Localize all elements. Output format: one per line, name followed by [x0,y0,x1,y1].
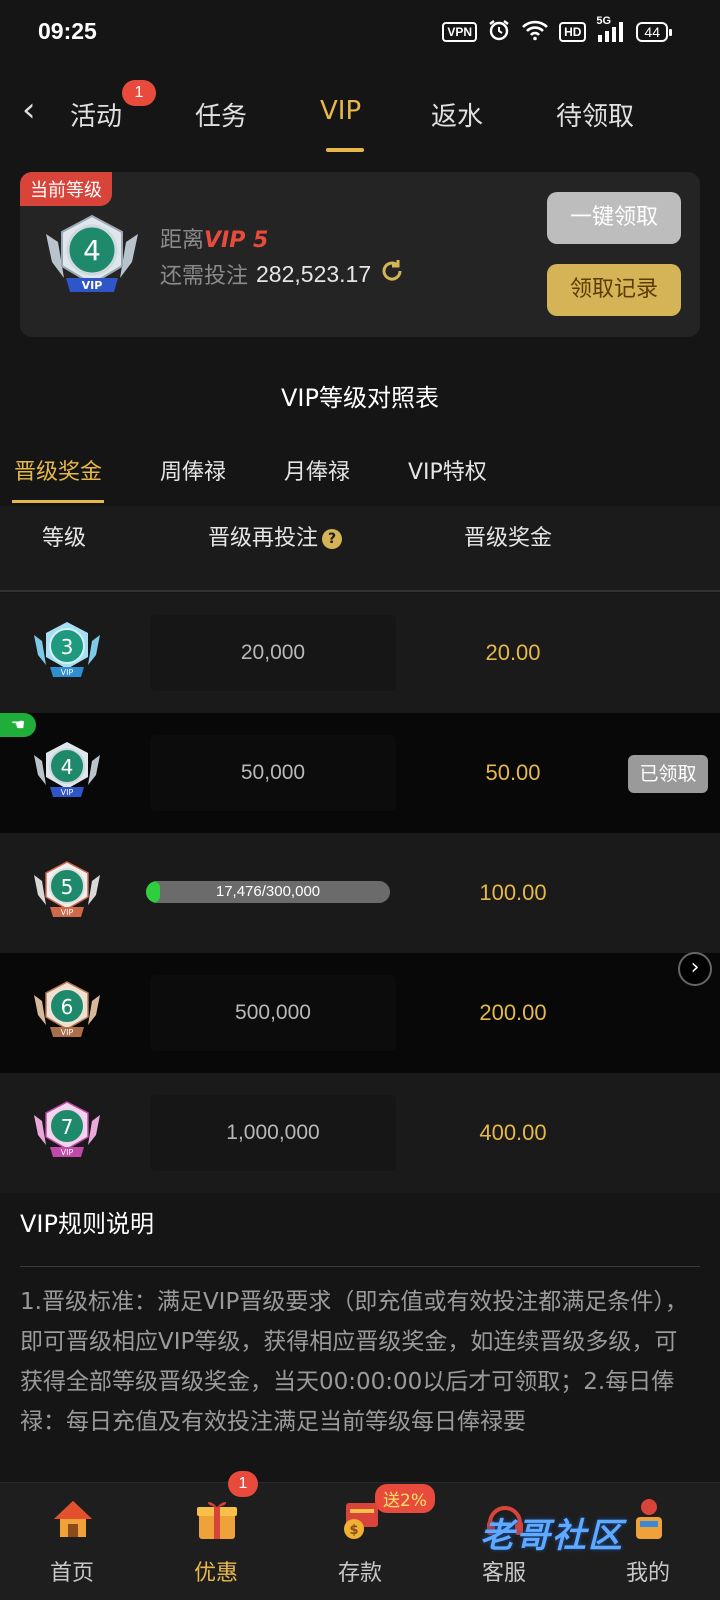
nav-promotions[interactable]: 1 优惠 [144,1471,288,1600]
tab-task[interactable]: 任务 [195,96,247,133]
table-row: 5 VIP 17,476/300,000 100.00 [0,833,720,953]
scroll-right-button[interactable]: › [678,952,712,986]
row-level: 3 [61,635,74,659]
row-level: 6 [61,995,74,1019]
subtab-promotion-bonus[interactable]: 晋级奖金 [14,454,102,486]
rules-divider [20,1266,700,1267]
needed-bet-text: 还需投注 282,523.17 [160,258,405,290]
nav-promotions-label: 优惠 [193,1561,238,1586]
status-bar: 09:25 VPN HD 5G 44 [0,0,720,64]
header-bonus: 晋级奖金 [464,526,553,551]
refresh-icon[interactable] [379,258,405,290]
vip-5-medal-icon: 5 VIP [32,859,102,929]
tab-rebate[interactable]: 返水 [431,96,483,133]
activity-badge: 1 [122,80,156,106]
distance-label: 距离 [160,228,205,253]
table-title: VIP等级对照表 [281,384,439,412]
svg-text:VIP: VIP [61,1148,74,1157]
nav-profile-label: 我的 [625,1561,670,1586]
svg-text:VIP: VIP [82,279,103,292]
promotions-badge: 1 [228,1471,258,1497]
wifi-icon [521,19,549,45]
watermark-logo: 老哥社区 [480,1516,624,1556]
row-requirement: 1,000,000 [150,1095,396,1171]
header-requirement: 晋级再投注? [208,520,343,552]
table-header: 等级 晋级再投注? 晋级奖金 [0,506,720,592]
claim-all-button[interactable]: 一键领取 [547,192,681,244]
gift-icon [196,1497,238,1541]
header-level: 等级 [42,526,87,551]
progress-text: 17,476/300,000 [215,883,321,900]
row-bonus: 200.00 [479,1000,547,1025]
vip-medal-level: 4 [83,234,101,267]
signal-icon: 5G [596,15,626,43]
pointing-hand-icon: ☚ [0,713,36,737]
needed-amount: 282,523.17 [256,260,372,287]
svg-text:$: $ [349,1523,358,1538]
header-requirement-label: 晋级再投注 [208,526,319,551]
claimed-button[interactable]: 已领取 [628,755,708,793]
table-row: ☚ 4 VIP 50,000 50.00 已领取 [0,713,720,833]
nav-home-label: 首页 [49,1561,94,1586]
row-requirement: 500,000 [150,975,396,1051]
status-icons: VPN HD 5G 44 [442,15,672,46]
subtab-underline [12,500,104,503]
vip-3-medal-icon: 3 VIP [32,619,102,689]
profile-icon [628,1497,670,1541]
subtab-weekly-salary[interactable]: 周俸禄 [160,454,226,486]
vip-medal-icon: 4 VIP [44,212,140,308]
tab-pending[interactable]: 待领取 [556,96,634,133]
signal-label: 5G [596,15,612,27]
vip-7-medal-icon: 7 VIP [32,1099,102,1169]
svg-text:VIP: VIP [61,908,74,917]
row-requirement: 50,000 [150,735,396,811]
vip-4-medal-icon: 4 VIP [32,739,102,809]
vip-status-card: 当前等级 4 VIP 距离VIP 5 还需投注 282,523.17 一键领取 … [20,172,700,337]
level-progress-bar: 17,476/300,000 [146,881,390,903]
row-bonus: 50.00 [485,760,541,785]
row-bonus: 20.00 [485,640,541,665]
nav-home[interactable]: 首页 [0,1483,144,1600]
needed-label: 还需投注 [160,264,249,289]
row-bonus: 400.00 [479,1120,547,1145]
vip-6-medal-icon: 6 VIP [32,979,102,1049]
status-time: 09:25 [38,18,97,44]
row-bonus: 100.00 [479,880,547,905]
battery-icon: 44 [636,22,672,42]
alarm-icon [487,18,511,46]
rules-text: 1.晋级标准：满足VIP晋级要求（即充值或有效投注都满足条件），即可晋级相应VI… [20,1289,688,1435]
hd-icon: HD [559,22,587,42]
nav-support-label: 客服 [481,1561,526,1586]
deposit-bonus-badge: 送2% [375,1484,435,1513]
svg-text:VIP: VIP [61,1028,74,1037]
current-level-tag: 当前等级 [20,172,112,206]
rules-title: VIP规则说明 [20,1210,154,1238]
top-nav: ‹ 活动 1 任务 VIP 返水 待领取 [0,64,720,154]
help-icon[interactable]: ? [322,529,343,549]
back-button[interactable]: ‹ [22,90,36,130]
vpn-icon: VPN [442,22,478,42]
tab-underline [326,148,364,152]
next-level-text: 距离VIP 5 [160,222,268,254]
subtab-monthly-salary[interactable]: 月俸禄 [284,454,350,486]
row-requirement: 20,000 [150,615,396,691]
next-level-name: VIP 5 [204,228,269,253]
row-level: 5 [61,875,74,899]
table-row: 6 VIP 500,000 200.00 [0,953,720,1073]
subtab-vip-privileges[interactable]: VIP特权 [408,454,487,486]
table-row: 3 VIP 20,000 20.00 [0,593,720,713]
table-row: 7 VIP 1,000,000 400.00 [0,1073,720,1193]
row-level: 4 [61,755,74,779]
svg-text:VIP: VIP [61,788,74,797]
row-level: 7 [61,1115,74,1139]
sub-tabs: 晋级奖金 周俸禄 月俸禄 VIP特权 [0,450,720,506]
nav-deposit-label: 存款 [337,1561,382,1586]
claim-records-button[interactable]: 领取记录 [547,264,681,316]
tab-activity[interactable]: 活动 [70,96,122,133]
tab-vip[interactable]: VIP [320,96,361,126]
svg-text:VIP: VIP [61,668,74,677]
home-icon [52,1497,94,1541]
